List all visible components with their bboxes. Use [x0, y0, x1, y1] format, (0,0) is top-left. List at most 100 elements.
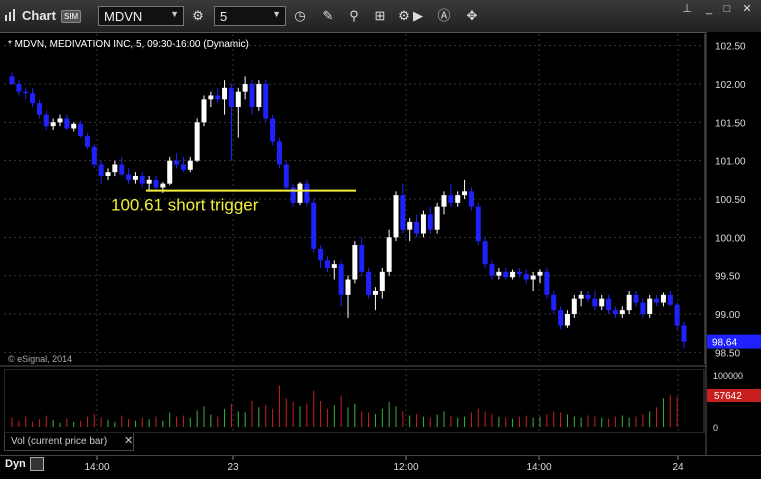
candle-body: [455, 195, 461, 203]
candle-body: [9, 76, 15, 84]
price-tick-label: 101.50: [715, 118, 746, 129]
candle-body: [84, 136, 90, 147]
minimize-icon[interactable]: _: [700, 2, 718, 16]
candle-body: [681, 325, 687, 342]
clock-icon[interactable]: ◷: [290, 7, 310, 25]
candle-body: [366, 271, 372, 295]
candle-body: [578, 294, 584, 299]
trigger-annotation: 100.61 short trigger: [111, 196, 259, 215]
last-volume-badge: [707, 389, 761, 402]
candle-body: [119, 164, 125, 175]
last-volume-label: 57642: [714, 391, 742, 402]
candle-body: [16, 84, 22, 92]
candle-body: [91, 146, 97, 165]
time-tick-label: 14:00: [526, 462, 551, 473]
symbol-value: MDVN: [104, 9, 143, 24]
candle-body: [23, 91, 29, 94]
price-axis-border: [704, 34, 706, 364]
candle-body: [564, 314, 570, 326]
chevron-down-icon[interactable]: ▼: [170, 9, 179, 19]
candle-body: [612, 310, 618, 314]
candle-body: [640, 302, 646, 314]
candle-body: [420, 214, 426, 234]
candle-body: [304, 183, 310, 203]
candle-body: [530, 275, 536, 280]
last-price-badge: [707, 334, 761, 349]
volume-tick-label: 100000: [713, 371, 743, 381]
price-tick-label: 100.00: [715, 233, 746, 244]
time-axis[interactable]: 14:00 23 12:00 14:00 24: [0, 455, 761, 479]
candle-body: [30, 93, 36, 104]
volume-frame: [4, 369, 705, 433]
candle-body: [36, 103, 42, 115]
candle-body: [414, 222, 420, 234]
price-tick-label: 102.00: [715, 80, 746, 91]
candle-body: [660, 294, 666, 303]
candle-body: [551, 294, 557, 311]
refresh-settings-icon[interactable]: ⚙: [188, 7, 208, 25]
candle-body: [407, 222, 413, 230]
time-tick-label: 23: [227, 462, 239, 473]
play-icon[interactable]: ▶: [408, 7, 428, 25]
dyn-mode-label: Dyn: [5, 458, 26, 470]
price-tick-label: 102.50: [715, 42, 746, 53]
get-data-icon[interactable]: ⊞: [370, 7, 390, 25]
candle-body: [215, 95, 221, 100]
price-panel[interactable]: 100.61 short trigger: [4, 34, 706, 364]
chart-app-icon: [5, 9, 15, 21]
maximize-icon[interactable]: □: [718, 2, 736, 16]
candle-body: [338, 264, 344, 295]
candle-body: [50, 122, 56, 127]
candle-body: [43, 114, 49, 127]
candle-body: [201, 99, 207, 123]
lock-icon[interactable]: [30, 457, 44, 471]
candle-body: [297, 183, 303, 203]
candle-body: [256, 84, 262, 107]
candle-body: [674, 304, 680, 326]
candle-body: [503, 271, 509, 278]
candle-body: [482, 241, 488, 265]
candle-body: [558, 310, 564, 326]
candle-body: [187, 160, 193, 170]
draw-pencil-icon[interactable]: ✎: [318, 7, 338, 25]
candle-body: [105, 172, 111, 176]
candle-body: [270, 118, 276, 142]
candle-body: [379, 271, 385, 291]
candle-body: [228, 87, 234, 107]
volume-tick-label: 0: [713, 423, 718, 433]
link-icon[interactable]: ⚲: [344, 7, 364, 25]
candle-body: [167, 160, 173, 184]
price-tick-label: 101.00: [715, 157, 746, 168]
close-icon[interactable]: ✕: [738, 2, 756, 16]
candle-body: [427, 214, 433, 230]
chevron-down-icon[interactable]: ▼: [272, 9, 281, 19]
candle-body: [160, 183, 166, 188]
candle-body: [516, 271, 522, 275]
candle-body: [132, 176, 138, 180]
candle-body: [667, 294, 673, 305]
candle-body: [386, 237, 392, 272]
close-icon[interactable]: ✕: [124, 434, 133, 447]
candle-body: [400, 195, 406, 230]
candle-body: [537, 271, 543, 276]
interval-input[interactable]: 5 ▼: [214, 6, 286, 26]
pin-icon[interactable]: ⊥: [678, 2, 696, 16]
candle-body: [180, 164, 186, 170]
candle-body: [222, 87, 228, 100]
interval-value: 5: [220, 9, 228, 24]
volume-panel[interactable]: [4, 369, 706, 433]
price-tick-label: 99.50: [715, 272, 740, 283]
time-tick-label: 12:00: [393, 462, 418, 473]
sim-badge: SIM: [61, 10, 82, 23]
alert-icon[interactable]: Ⓐ: [434, 7, 454, 25]
candle-body: [311, 202, 317, 249]
symbol-input[interactable]: MDVN ▼: [98, 6, 184, 26]
candle-body: [283, 164, 289, 188]
candle-body: [98, 164, 104, 176]
candle-body: [139, 176, 145, 184]
time-tick-label: 14:00: [84, 462, 109, 473]
candle-body: [352, 245, 358, 280]
tools-icon[interactable]: ✥: [462, 7, 482, 25]
candle-body: [153, 179, 159, 188]
app-title: Chart: [22, 8, 56, 23]
